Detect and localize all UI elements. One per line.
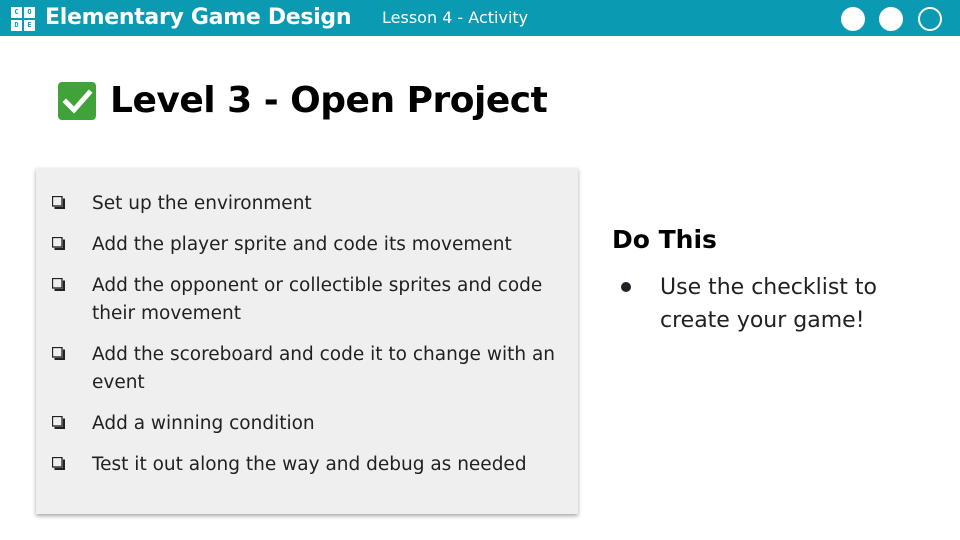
checkbox-icon: [52, 416, 65, 429]
checkbox-icon: [52, 237, 65, 250]
do-this-bullet: Use the checklist to create your game!: [660, 275, 877, 333]
page-title: Level 3 - Open Project: [110, 80, 548, 121]
progress-dot-filled-icon: [879, 7, 903, 31]
checklist-item-text: Set up the environment: [92, 193, 312, 214]
checklist-panel: Set up the environment Add the player sp…: [36, 168, 578, 514]
checkbox-icon: [52, 196, 65, 209]
bullet-icon: [621, 282, 631, 292]
lesson-label: Lesson 4 - Activity: [382, 8, 529, 27]
checkbox-icon: [52, 278, 65, 291]
checklist-item-text: Test it out along the way and debug as n…: [92, 454, 527, 475]
checklist-item-text: Add the scoreboard and code it to change…: [92, 344, 556, 393]
check-box-icon: [58, 82, 96, 120]
do-this-heading: Do This: [612, 225, 717, 254]
course-title: Elementary Game Design: [45, 5, 352, 30]
checklist-item-text: Add a winning condition: [92, 413, 315, 434]
checkbox-icon: [52, 457, 65, 470]
checklist-item-text: Add the opponent or collectible sprites …: [92, 275, 543, 324]
code-logo-icon: C O D E: [11, 7, 35, 31]
progress-dot-filled-icon: [841, 7, 865, 31]
checkbox-icon: [52, 347, 65, 360]
progress-dot-empty-icon: [918, 7, 942, 31]
header-bar: C O D E Elementary Game Design Lesson 4 …: [0, 0, 960, 36]
checklist-item-text: Add the player sprite and code its movem…: [92, 234, 512, 255]
